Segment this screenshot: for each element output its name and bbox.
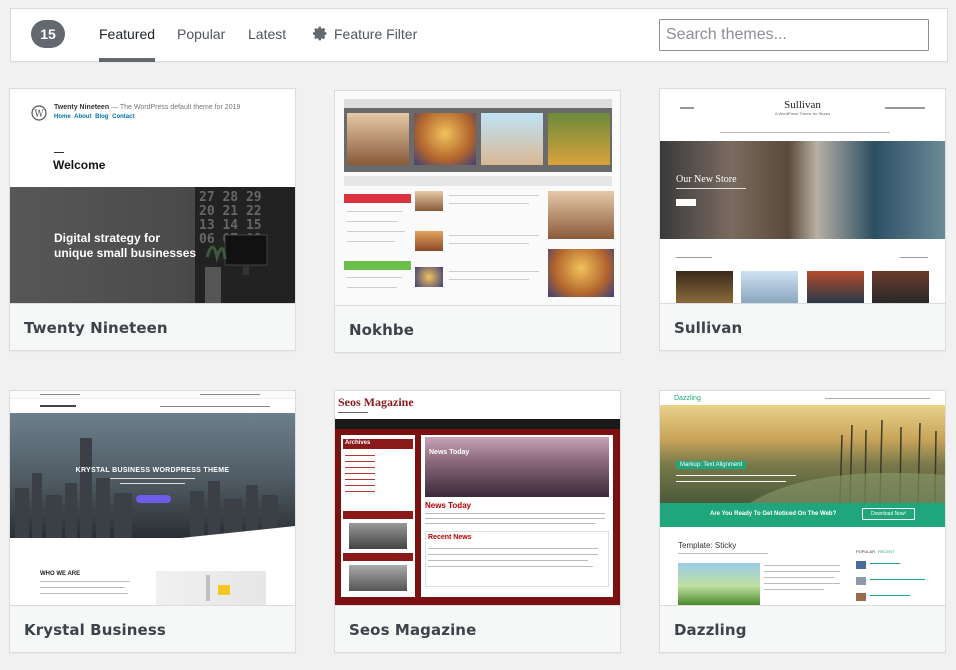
preview-hero-image: Markup: Text Alignment	[660, 405, 945, 503]
theme-screenshot[interactable]	[335, 91, 620, 305]
preview-hero-line2: unique small businesses	[54, 246, 197, 260]
preview-tagline: A WordPress Theme for Stores	[774, 111, 831, 116]
theme-screenshot[interactable]: W Twenty Nineteen — The WordPress defaul…	[10, 89, 295, 303]
preview-tab-popular: POPULAR	[856, 549, 876, 554]
preview-hero-image: News Today	[425, 437, 609, 497]
theme-card-twenty-nineteen[interactable]: W Twenty Nineteen — The WordPress defaul…	[9, 88, 296, 351]
preview-image	[347, 113, 409, 165]
preview-hero-image: KRYSTAL BUSINESS WORDPRESS THEME	[10, 413, 295, 538]
preview-cta-text: Are You Ready To Get Noticed On The Web?	[710, 511, 837, 517]
preview-news-title: News Today	[425, 501, 472, 510]
preview-post-title: Template: Sticky	[678, 541, 737, 550]
gear-icon	[313, 26, 327, 41]
preview-image	[481, 113, 543, 165]
preview-menu-home: Home	[54, 114, 71, 120]
feature-filter-label: Feature Filter	[334, 26, 418, 42]
preview-logo: Seos Magazine	[338, 395, 414, 409]
theme-card-krystal-business[interactable]: KRYSTAL BUSINESS WORDPRESS THEME WHO WE …	[9, 390, 296, 653]
preview-menu-blog: Blog	[95, 114, 109, 120]
theme-card-dazzling[interactable]: Dazzling Markup: Text Alignment Are You …	[659, 390, 946, 653]
preview-logo: Dazzling	[674, 395, 701, 402]
preview-tab-recent: RECENT	[878, 549, 895, 554]
theme-name[interactable]: Nokhbe	[335, 305, 620, 352]
preview-archives: Archives	[345, 440, 371, 446]
preview-hero-image: Our New Store	[660, 141, 945, 239]
theme-name[interactable]: Seos Magazine	[335, 605, 620, 652]
tab-latest[interactable]: Latest	[248, 26, 286, 62]
preview-logo: Sullivan	[784, 99, 821, 111]
theme-screenshot[interactable]: Seos Magazine Archives News Today News T…	[335, 391, 620, 605]
theme-name[interactable]: Krystal Business	[10, 605, 295, 652]
preview-hero-text: Our New Store	[676, 174, 737, 185]
svg-text:27 28 29: 27 28 29	[199, 190, 262, 205]
preview-menu-contact: Contact	[112, 114, 135, 120]
theme-card-seos-magazine[interactable]: Seos Magazine Archives News Today News T…	[334, 390, 621, 653]
preview-menu-about: About	[74, 114, 92, 120]
theme-name[interactable]: Sullivan	[660, 303, 945, 350]
preview-hero-image: 27 28 2920 21 22 13 14 1506 07 08 Digita…	[10, 187, 295, 303]
preview-hero-line1: Digital strategy for	[54, 231, 161, 245]
preview-cta-button: Download Now!	[862, 508, 916, 520]
preview-heading: Welcome	[53, 158, 106, 172]
svg-text:13 14 15: 13 14 15	[199, 218, 262, 233]
search-themes-input[interactable]	[659, 19, 929, 51]
theme-name[interactable]: Dazzling	[660, 605, 945, 652]
theme-count: 15	[31, 20, 65, 48]
theme-screenshot[interactable]: Sullivan A WordPress Theme for Stores Ou…	[660, 89, 945, 303]
theme-card-sullivan[interactable]: Sullivan A WordPress Theme for Stores Ou…	[659, 88, 946, 351]
svg-text:20 21 22: 20 21 22	[199, 204, 262, 219]
preview-image	[414, 113, 476, 165]
preview-section-title: WHO WE ARE	[40, 571, 81, 577]
preview-badge: Markup: Text Alignment	[676, 461, 747, 469]
preview-news-overlay: News Today	[429, 449, 470, 456]
preview-recent-news: Recent News	[428, 534, 472, 541]
svg-text:W: W	[34, 110, 44, 120]
theme-filter-bar: 15 Featured Popular Latest Feature Filte…	[10, 8, 948, 62]
preview-tagline: — The WordPress default theme for 2019	[111, 104, 241, 111]
theme-card-nokhbe[interactable]: Nokhbe	[334, 90, 621, 353]
preview-hero-title: KRYSTAL BUSINESS WORDPRESS THEME	[75, 467, 230, 474]
theme-screenshot[interactable]: KRYSTAL BUSINESS WORDPRESS THEME WHO WE …	[10, 391, 295, 605]
preview-site-title: Twenty Nineteen	[54, 104, 110, 111]
tab-popular[interactable]: Popular	[177, 26, 225, 62]
tab-featured[interactable]: Featured	[99, 26, 156, 62]
theme-name[interactable]: Twenty Nineteen	[10, 303, 295, 350]
theme-screenshot[interactable]: Dazzling Markup: Text Alignment Are You …	[660, 391, 945, 605]
feature-filter-button[interactable]: Feature Filter	[313, 26, 417, 42]
wordpress-logo-icon: W	[31, 105, 47, 121]
preview-image	[548, 113, 610, 165]
